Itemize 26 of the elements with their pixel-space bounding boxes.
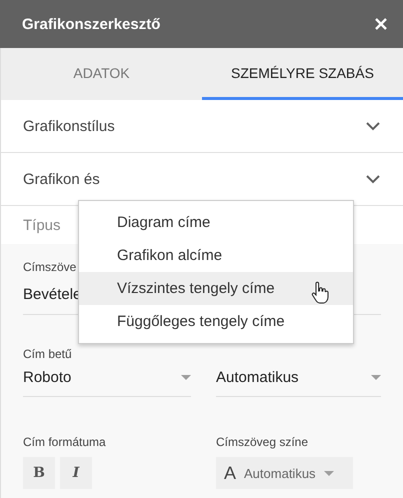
field-label: Cím formátuma <box>23 435 106 449</box>
field-label: Cím betű <box>23 347 72 361</box>
section-header[interactable]: Grafikonstílus <box>23 118 115 134</box>
menu-item[interactable]: Függőleges tengely címe <box>79 305 353 338</box>
dropdown-arrow-icon <box>371 375 381 380</box>
font-dropdown[interactable]: Roboto <box>23 363 191 397</box>
tab[interactable]: ADATOK <box>1 48 202 100</box>
text-color-button[interactable]: A Automatikus <box>216 457 353 489</box>
chevron-down-icon[interactable] <box>365 174 381 184</box>
menu-item[interactable]: Vízszintes tengely címe <box>79 272 353 305</box>
close-icon[interactable] <box>375 18 387 30</box>
chevron-down-icon[interactable] <box>365 121 381 131</box>
field-label: Címszöveg színe <box>216 435 308 449</box>
menu-item[interactable]: Grafikon alcíme <box>79 239 353 272</box>
section-header[interactable]: Grafikon és <box>23 170 100 188</box>
hand-cursor-icon <box>311 281 329 305</box>
dropdown-arrow-icon <box>181 375 191 380</box>
type-label: Típus <box>23 216 61 234</box>
tab[interactable]: SZEMÉLYRE SZABÁS <box>202 48 403 100</box>
field-label: Címszöve <box>23 260 76 274</box>
bold-button[interactable]: B <box>23 457 55 489</box>
dropdown-arrow-icon <box>324 470 334 476</box>
italic-button[interactable]: I <box>60 457 92 489</box>
window-title: Grafikonszerkesztő <box>22 16 160 32</box>
menu-item[interactable]: Diagram címe <box>79 206 353 239</box>
size-dropdown[interactable]: Automatikus <box>216 363 381 397</box>
